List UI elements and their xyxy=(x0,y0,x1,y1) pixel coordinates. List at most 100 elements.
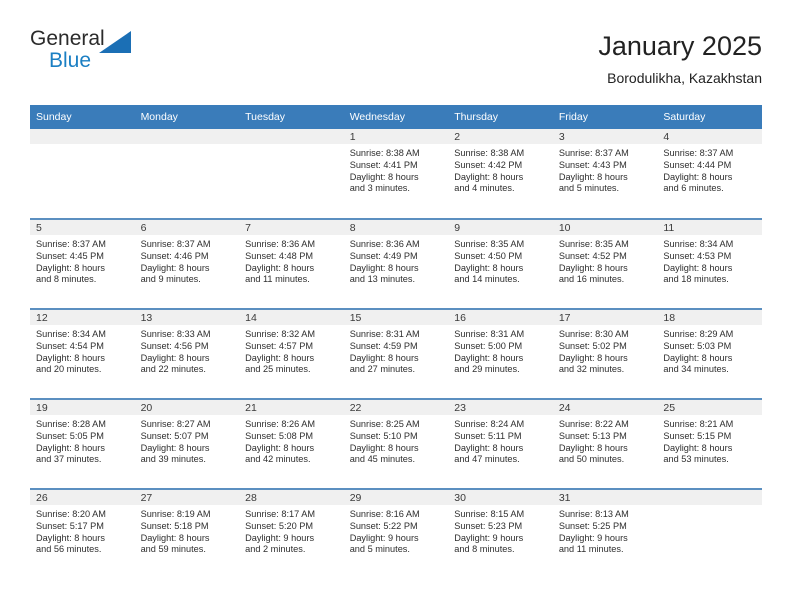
day-number xyxy=(657,490,762,505)
daylight-text-line1: Daylight: 8 hours xyxy=(349,442,419,453)
daylight-text-line1: Daylight: 9 hours xyxy=(558,532,628,543)
weekday-header-friday: Friday xyxy=(552,105,658,129)
daylight-text-line2: and 6 minutes. xyxy=(663,183,724,194)
sunset-text: Sunset: 4:42 PM xyxy=(454,159,523,170)
calendar-day-cell[interactable]: 10 Sunrise: 8:35 AM Sunset: 4:52 PM Dayl… xyxy=(552,218,658,309)
calendar-day-cell[interactable]: 23 Sunrise: 8:24 AM Sunset: 5:11 PM Dayl… xyxy=(448,398,553,489)
sunset-text: Sunset: 4:48 PM xyxy=(245,250,314,261)
calendar-day-cell[interactable]: 7 Sunrise: 8:36 AM Sunset: 4:48 PM Dayli… xyxy=(239,218,344,309)
calendar-day-cell[interactable]: 11 Sunrise: 8:34 AM Sunset: 4:53 PM Dayl… xyxy=(657,218,762,309)
daylight-text-line2: and 37 minutes. xyxy=(36,454,102,465)
daylight-text-line2: and 3 minutes. xyxy=(349,183,410,194)
day-details: Sunrise: 8:28 AM Sunset: 5:05 PM Dayligh… xyxy=(30,415,135,466)
day-details: Sunrise: 8:35 AM Sunset: 4:52 PM Dayligh… xyxy=(553,235,658,286)
day-details: Sunrise: 8:30 AM Sunset: 5:02 PM Dayligh… xyxy=(553,325,658,376)
calendar-day-cell[interactable]: 25 Sunrise: 8:21 AM Sunset: 5:15 PM Dayl… xyxy=(657,398,762,489)
calendar-day-cell[interactable]: 31 Sunrise: 8:13 AM Sunset: 5:25 PM Dayl… xyxy=(552,488,658,579)
sunrise-text: Sunrise: 8:26 AM xyxy=(245,419,316,429)
calendar-day-cell[interactable]: 17 Sunrise: 8:30 AM Sunset: 5:02 PM Dayl… xyxy=(552,308,658,399)
daylight-text-line2: and 11 minutes. xyxy=(558,544,624,555)
day-number: 17 xyxy=(552,310,658,325)
calendar-day-cell[interactable]: 24 Sunrise: 8:22 AM Sunset: 5:13 PM Dayl… xyxy=(552,398,658,489)
weekday-header-saturday: Saturday xyxy=(657,105,762,129)
calendar-day-cell[interactable]: 12 Sunrise: 8:34 AM Sunset: 4:54 PM Dayl… xyxy=(30,308,135,399)
sunset-text: Sunset: 4:54 PM xyxy=(36,340,104,351)
day-number: 10 xyxy=(552,220,658,235)
day-details: Sunrise: 8:21 AM Sunset: 5:15 PM Dayligh… xyxy=(657,415,762,466)
calendar-day-cell[interactable]: 2 Sunrise: 8:38 AM Sunset: 4:42 PM Dayli… xyxy=(448,129,553,219)
calendar-day-cell[interactable]: 18 Sunrise: 8:29 AM Sunset: 5:03 PM Dayl… xyxy=(657,308,762,399)
calendar-day-cell[interactable]: 15 Sunrise: 8:31 AM Sunset: 4:59 PM Dayl… xyxy=(343,308,449,399)
weekday-header-thursday: Thursday xyxy=(448,105,553,129)
day-details: Sunrise: 8:38 AM Sunset: 4:41 PM Dayligh… xyxy=(344,144,449,195)
sunset-text: Sunset: 5:17 PM xyxy=(36,520,104,531)
calendar-day-cell[interactable]: 22 Sunrise: 8:25 AM Sunset: 5:10 PM Dayl… xyxy=(343,398,449,489)
day-number: 26 xyxy=(30,490,135,505)
calendar-day-cell[interactable]: 14 Sunrise: 8:32 AM Sunset: 4:57 PM Dayl… xyxy=(239,308,344,399)
month-calendar: Sunday Monday Tuesday Wednesday Thursday… xyxy=(30,105,762,579)
sunrise-text: Sunrise: 8:35 AM xyxy=(558,239,629,249)
calendar-day-cell[interactable]: 20 Sunrise: 8:27 AM Sunset: 5:07 PM Dayl… xyxy=(134,398,240,489)
sunrise-text: Sunrise: 8:13 AM xyxy=(558,509,629,519)
daylight-text-line1: Daylight: 8 hours xyxy=(36,262,105,273)
daylight-text-line1: Daylight: 8 hours xyxy=(140,532,210,543)
sunrise-text: Sunrise: 8:25 AM xyxy=(349,419,420,429)
calendar-page: General Blue January 2025 Borodulikha, K… xyxy=(0,0,792,612)
calendar-day-cell[interactable]: 6 Sunrise: 8:37 AM Sunset: 4:46 PM Dayli… xyxy=(134,218,240,309)
day-details: Sunrise: 8:22 AM Sunset: 5:13 PM Dayligh… xyxy=(553,415,658,466)
day-number: 22 xyxy=(343,400,449,415)
daylight-text-line2: and 56 minutes. xyxy=(36,544,102,555)
daylight-text-line2: and 50 minutes. xyxy=(558,454,625,465)
sunset-text: Sunset: 4:57 PM xyxy=(245,340,314,351)
daylight-text-line2: and 5 minutes. xyxy=(558,183,620,194)
calendar-body: 1 Sunrise: 8:38 AM Sunset: 4:41 PM Dayli… xyxy=(30,129,762,579)
sunset-text: Sunset: 5:22 PM xyxy=(349,520,418,531)
calendar-day-cell xyxy=(134,129,240,219)
calendar-day-cell[interactable]: 16 Sunrise: 8:31 AM Sunset: 5:00 PM Dayl… xyxy=(448,308,553,399)
calendar-day-cell[interactable]: 13 Sunrise: 8:33 AM Sunset: 4:56 PM Dayl… xyxy=(134,308,240,399)
calendar-day-cell[interactable]: 8 Sunrise: 8:36 AM Sunset: 4:49 PM Dayli… xyxy=(343,218,449,309)
sunset-text: Sunset: 5:03 PM xyxy=(663,340,732,351)
daylight-text-line2: and 59 minutes. xyxy=(140,544,206,555)
logo-text-blue: Blue xyxy=(49,49,92,72)
sunrise-text: Sunrise: 8:37 AM xyxy=(140,239,211,249)
day-details: Sunrise: 8:34 AM Sunset: 4:53 PM Dayligh… xyxy=(657,235,762,286)
day-number: 7 xyxy=(239,220,344,235)
calendar-day-cell[interactable]: 3 Sunrise: 8:37 AM Sunset: 4:43 PM Dayli… xyxy=(552,129,658,219)
sunrise-text: Sunrise: 8:33 AM xyxy=(140,329,211,339)
sunset-text: Sunset: 4:49 PM xyxy=(349,250,418,261)
calendar-day-cell[interactable]: 21 Sunrise: 8:26 AM Sunset: 5:08 PM Dayl… xyxy=(239,398,344,489)
day-details: Sunrise: 8:38 AM Sunset: 4:42 PM Dayligh… xyxy=(448,144,553,195)
calendar-day-cell[interactable]: 1 Sunrise: 8:38 AM Sunset: 4:41 PM Dayli… xyxy=(343,129,449,219)
daylight-text-line1: Daylight: 8 hours xyxy=(349,352,419,363)
calendar-day-cell[interactable]: 28 Sunrise: 8:17 AM Sunset: 5:20 PM Dayl… xyxy=(239,488,344,579)
day-number: 19 xyxy=(30,400,135,415)
calendar-day-cell[interactable]: 29 Sunrise: 8:16 AM Sunset: 5:22 PM Dayl… xyxy=(343,488,449,579)
calendar-day-cell[interactable]: 19 Sunrise: 8:28 AM Sunset: 5:05 PM Dayl… xyxy=(30,398,135,489)
sunrise-text: Sunrise: 8:16 AM xyxy=(349,509,420,519)
day-number: 13 xyxy=(134,310,240,325)
daylight-text-line1: Daylight: 8 hours xyxy=(663,262,733,273)
daylight-text-line2: and 8 minutes. xyxy=(454,544,515,555)
sunset-text: Sunset: 4:44 PM xyxy=(663,159,732,170)
daylight-text-line1: Daylight: 9 hours xyxy=(245,532,315,543)
daylight-text-line2: and 34 minutes. xyxy=(663,364,729,375)
calendar-day-cell[interactable]: 4 Sunrise: 8:37 AM Sunset: 4:44 PM Dayli… xyxy=(657,129,762,219)
daylight-text-line1: Daylight: 8 hours xyxy=(245,442,315,453)
sunset-text: Sunset: 4:59 PM xyxy=(349,340,418,351)
day-number: 14 xyxy=(239,310,344,325)
calendar-day-cell[interactable]: 27 Sunrise: 8:19 AM Sunset: 5:18 PM Dayl… xyxy=(134,488,240,579)
day-details: Sunrise: 8:37 AM Sunset: 4:44 PM Dayligh… xyxy=(657,144,762,195)
daylight-text-line1: Daylight: 8 hours xyxy=(140,442,210,453)
calendar-day-cell[interactable]: 5 Sunrise: 8:37 AM Sunset: 4:45 PM Dayli… xyxy=(30,218,135,309)
general-blue-logo[interactable]: General Blue xyxy=(30,28,150,86)
sunrise-text: Sunrise: 8:30 AM xyxy=(558,329,629,339)
calendar-day-cell[interactable]: 9 Sunrise: 8:35 AM Sunset: 4:50 PM Dayli… xyxy=(448,218,553,309)
calendar-day-cell[interactable]: 26 Sunrise: 8:20 AM Sunset: 5:17 PM Dayl… xyxy=(30,488,135,579)
sunrise-text: Sunrise: 8:34 AM xyxy=(663,239,734,249)
daylight-text-line2: and 11 minutes. xyxy=(245,274,310,285)
day-details: Sunrise: 8:35 AM Sunset: 4:50 PM Dayligh… xyxy=(448,235,553,286)
daylight-text-line1: Daylight: 8 hours xyxy=(36,532,105,543)
daylight-text-line1: Daylight: 8 hours xyxy=(558,171,628,182)
calendar-day-cell[interactable]: 30 Sunrise: 8:15 AM Sunset: 5:23 PM Dayl… xyxy=(448,488,553,579)
